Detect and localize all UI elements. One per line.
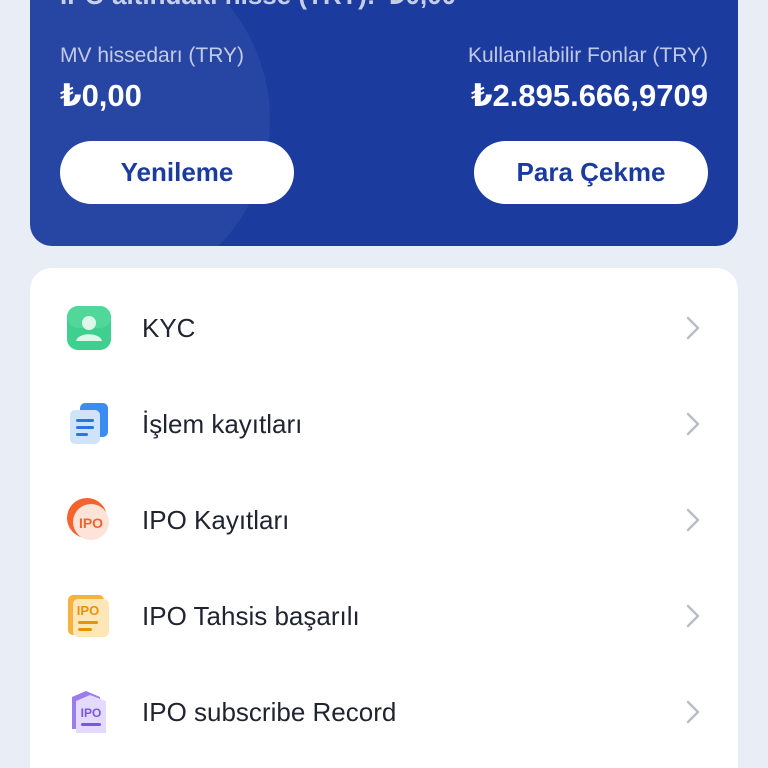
- menu-item-transactions[interactable]: İşlem kayıtları: [30, 376, 738, 472]
- balance-card: IPO altındaki hisse (TRY): ₺0,00 MV hiss…: [30, 0, 738, 246]
- document-list-icon: [66, 401, 112, 447]
- chevron-right-icon: [686, 316, 700, 340]
- wallet-screen: IPO altındaki hisse (TRY): ₺0,00 MV hiss…: [0, 0, 768, 768]
- refresh-button[interactable]: Yenileme: [60, 141, 294, 204]
- ipo-record-icon: IPO: [66, 689, 112, 735]
- menu-item-kyc[interactable]: KYC: [30, 280, 738, 376]
- user-card-icon: [66, 305, 112, 351]
- svg-text:IPO: IPO: [81, 706, 102, 720]
- mv-shareholder-label: MV hissedarı (TRY): [60, 44, 244, 67]
- chevron-right-icon: [686, 508, 700, 532]
- svg-text:IPO: IPO: [77, 603, 99, 618]
- menu-list: KYC İşlem kayıtları IPO IPO Kayıtları IP…: [30, 268, 738, 768]
- chevron-right-icon: [686, 700, 700, 724]
- ipo-badge-icon: IPO: [66, 497, 112, 543]
- available-funds-value: ₺2.895.666,9709: [470, 78, 708, 113]
- ipo-holdings-label: IPO altındaki hisse (TRY):: [60, 0, 375, 11]
- svg-text:IPO: IPO: [79, 515, 103, 531]
- mv-shareholder-value: ₺0,00: [60, 78, 142, 113]
- menu-item-label: IPO Kayıtları: [142, 504, 290, 535]
- menu-item-ipo-allocation[interactable]: IPO IPO Tahsis başarılı: [30, 568, 738, 664]
- ipo-holdings-value: ₺0,00: [387, 0, 456, 11]
- menu-item-label: İşlem kayıtları: [142, 408, 303, 439]
- ipo-allocation-icon: IPO: [66, 593, 112, 639]
- withdraw-button[interactable]: Para Çekme: [474, 141, 708, 204]
- menu-item-label: KYC: [142, 312, 196, 343]
- available-funds-label: Kullanılabilir Fonlar (TRY): [467, 44, 708, 67]
- menu-item-label: IPO Tahsis başarılı: [142, 600, 360, 631]
- menu-item-ipo-subscribe[interactable]: IPO IPO subscribe Record: [30, 664, 738, 760]
- decorative-circle: [30, 0, 270, 246]
- menu-item-label: IPO subscribe Record: [142, 696, 397, 727]
- chevron-right-icon: [686, 604, 700, 628]
- chevron-right-icon: [686, 412, 700, 436]
- menu-item-ipo-records[interactable]: IPO IPO Kayıtları: [30, 472, 738, 568]
- ipo-holdings-row: IPO altındaki hisse (TRY): ₺0,00: [60, 0, 456, 11]
